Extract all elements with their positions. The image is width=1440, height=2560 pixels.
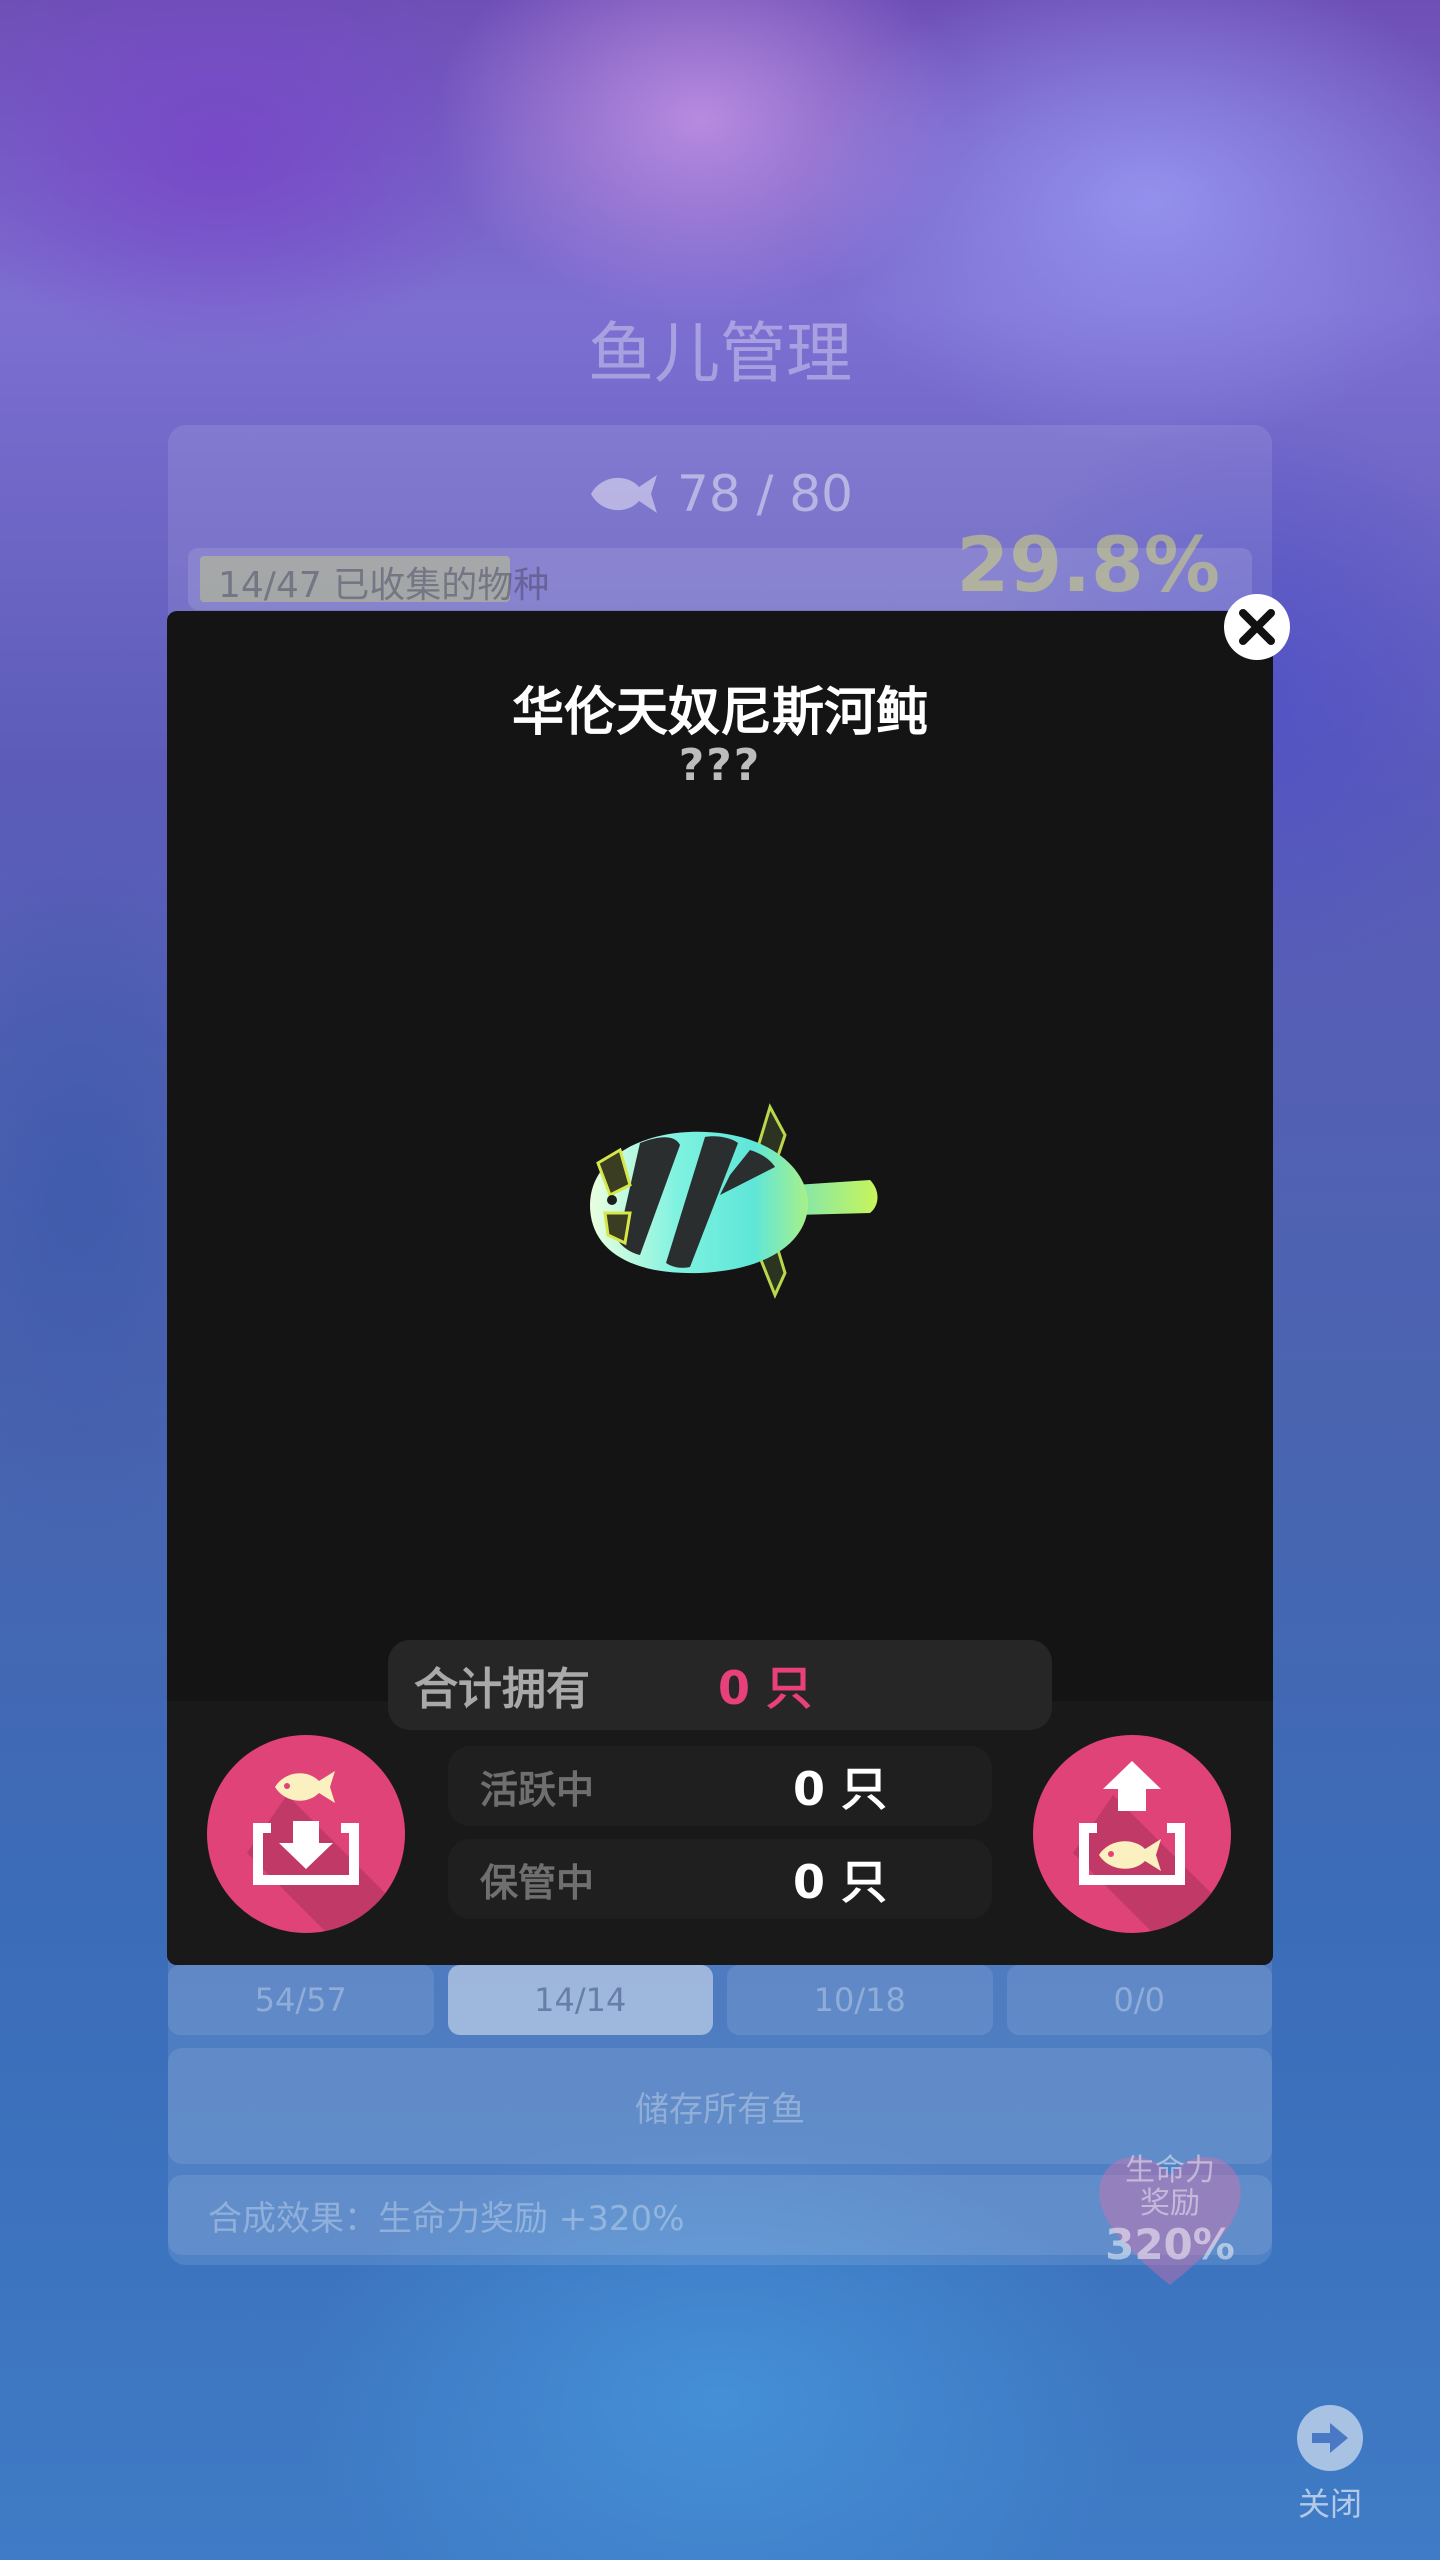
close-icon	[1239, 609, 1275, 645]
fish-count-text: 78 / 80	[677, 465, 853, 523]
tab-1[interactable]: 14/14	[447, 1965, 713, 2035]
vitality-bonus-value: 320%	[1105, 2220, 1235, 2269]
close-nav-button[interactable]: 关闭	[1280, 2405, 1380, 2525]
pufferfish-icon	[580, 1095, 880, 1305]
active-count-label: 活跃中	[480, 1767, 595, 1812]
active-count-row: 活跃中 0 只	[448, 1746, 992, 1826]
screen-title: 鱼儿管理	[588, 315, 852, 392]
store-fish-button[interactable]	[207, 1735, 405, 1933]
total-owned-label: 合计拥有	[414, 1664, 590, 1715]
collection-percent: 29.8%	[956, 520, 1220, 609]
tab-0[interactable]: 54/57	[168, 1965, 434, 2035]
collection-label: 14/47 已收集的物种	[218, 565, 550, 606]
close-nav-label: 关闭	[1297, 2485, 1362, 2523]
total-owned-value: 0 只	[718, 1661, 813, 1715]
category-tabs: 54/57 14/14 10/18 0/0	[168, 1965, 1272, 2035]
fish-count: 78 / 80	[0, 465, 1440, 523]
modal-close-button[interactable]	[1224, 594, 1290, 660]
stored-count-value: 0 只	[793, 1855, 888, 1909]
arrow-right-icon	[1297, 2405, 1363, 2471]
fish-icon	[591, 475, 658, 513]
stored-count-row: 保管中 0 只	[448, 1839, 992, 1919]
fish-out-of-box-icon	[1079, 1761, 1185, 1885]
tab-3[interactable]: 0/0	[1006, 1965, 1272, 2035]
vitality-bonus-line2: 奖励	[1140, 2186, 1200, 2221]
total-owned-row: 合计拥有 0 只	[388, 1640, 1052, 1730]
vitality-bonus-badge: 生命力 奖励 320%	[1090, 2140, 1250, 2290]
fish-name: 华伦天奴尼斯河鲀	[511, 683, 928, 743]
vitality-bonus-line1: 生命力	[1125, 2153, 1215, 2188]
release-fish-button[interactable]	[1033, 1735, 1231, 1933]
fish-into-box-icon	[253, 1771, 359, 1885]
stored-count-label: 保管中	[480, 1860, 595, 1905]
tab-2[interactable]: 10/18	[727, 1965, 993, 2035]
active-count-value: 0 只	[793, 1762, 888, 1816]
fish-subtitle: ???	[678, 740, 762, 791]
